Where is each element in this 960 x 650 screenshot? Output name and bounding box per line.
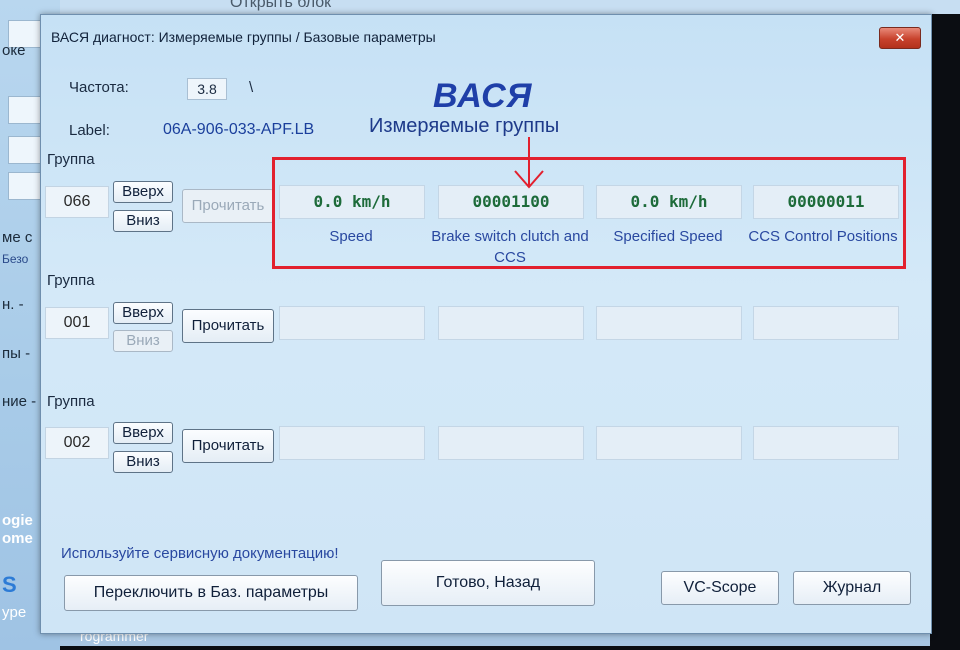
close-icon: ✕ — [894, 30, 906, 45]
background-bottom-strip: rogrammer — [60, 632, 930, 646]
background-text: пы - — [2, 345, 31, 362]
service-doc-note: Используйте сервисную документацию! — [61, 545, 339, 562]
group-down-button[interactable]: Вниз — [113, 330, 173, 352]
label-value: 06A-906-033-APF.LB — [163, 121, 315, 138]
background-text: ме с — [2, 229, 33, 246]
log-button[interactable]: Журнал — [793, 571, 911, 605]
background-text: ype — [2, 604, 27, 621]
background-text: ние - — [2, 393, 37, 410]
measure-value-field — [438, 426, 584, 460]
group-label: Группа — [47, 272, 95, 289]
measuring-groups-window: ВАСЯ диагност: Измеряемые группы / Базов… — [40, 14, 932, 634]
background-text: ome — [2, 530, 33, 547]
background-text: Безо — [2, 252, 29, 266]
down-arrow-icon — [514, 137, 544, 189]
background-text: ogie — [2, 512, 33, 529]
group-up-button[interactable]: Вверх — [113, 181, 173, 203]
group-number-input[interactable]: 066 — [45, 186, 109, 218]
window-title: ВАСЯ диагност: Измеряемые группы / Базов… — [51, 29, 436, 45]
read-button[interactable]: Прочитать — [182, 189, 274, 223]
measure-value-field — [438, 306, 584, 340]
group-number-input[interactable]: 002 — [45, 427, 109, 459]
measure-value-field — [596, 426, 742, 460]
group-up-button[interactable]: Вверх — [113, 302, 173, 324]
vc-scope-button[interactable]: VC-Scope — [661, 571, 779, 605]
frequency-value: 3.8 — [187, 78, 227, 100]
window-content: Частота: 3.8 \ Label: 06A-906-033-APF.LB… — [41, 55, 931, 633]
done-back-button[interactable]: Готово, Назад — [381, 560, 595, 606]
label-caption: Label: — [69, 122, 110, 139]
group-down-button[interactable]: Вниз — [113, 451, 173, 473]
background-ghost-text: Открыть блок — [230, 0, 332, 11]
red-highlight-box — [272, 157, 906, 269]
group-up-button[interactable]: Вверх — [113, 422, 173, 444]
measure-value-field — [753, 426, 899, 460]
group-label: Группа — [47, 151, 95, 168]
group-down-button[interactable]: Вниз — [113, 210, 173, 232]
measure-value-field — [596, 306, 742, 340]
background-text: оке — [2, 42, 26, 59]
background-text: н. - — [2, 296, 24, 313]
read-button[interactable]: Прочитать — [182, 429, 274, 463]
frequency-indicator: \ — [249, 79, 254, 96]
close-button[interactable]: ✕ — [879, 27, 921, 49]
group-label: Группа — [47, 393, 95, 410]
read-button[interactable]: Прочитать — [182, 309, 274, 343]
frequency-label: Частота: — [69, 79, 129, 96]
measure-value-field — [279, 426, 425, 460]
app-logo-title: ВАСЯ — [433, 77, 533, 115]
background-text: S — [2, 572, 17, 597]
measure-value-field — [753, 306, 899, 340]
background-window-topbar: Открыть блок — [0, 0, 960, 14]
group-number-input[interactable]: 001 — [45, 307, 109, 339]
switch-basic-params-button[interactable]: Переключить в Баз. параметры — [64, 575, 358, 611]
window-titlebar[interactable]: ВАСЯ диагност: Измеряемые группы / Базов… — [41, 15, 931, 55]
measure-value-field — [279, 306, 425, 340]
